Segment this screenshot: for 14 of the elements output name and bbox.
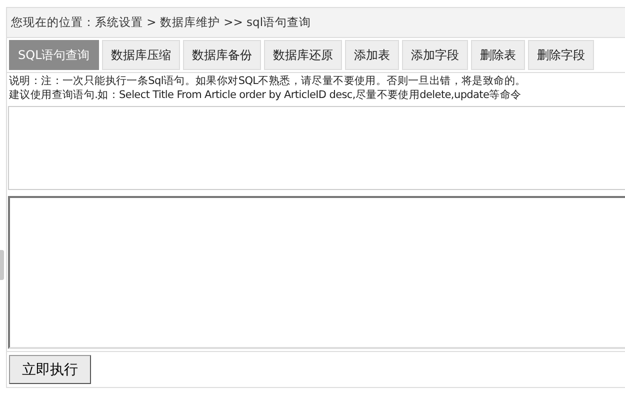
input-field[interactable] xyxy=(8,106,625,190)
tab[interactable]: 添加表 xyxy=(344,40,399,70)
tab[interactable]: 删除字段 xyxy=(528,40,594,70)
tab[interactable]: 删除表 xyxy=(470,40,525,70)
tab[interactable]: 添加字段 xyxy=(402,40,468,70)
execute-button[interactable]: 立即执行 xyxy=(9,355,91,384)
tab[interactable]: 数据库还原 xyxy=(264,40,342,70)
sql-input-field[interactable] xyxy=(8,196,625,349)
sidebar-toggle-handle[interactable] xyxy=(0,250,4,280)
tab[interactable]: 数据库压缩 xyxy=(102,40,180,70)
breadcrumb: 您现在的位置：系统设置 > 数据库维护 >> sql语句查询 xyxy=(7,8,625,38)
instruction-text: 说明：注：一次只能执行一条Sql语句。如果你对SQL不熟悉，请尽量不要使用。否则一旦出错，将是致命的。 xyxy=(9,74,527,88)
tab[interactable]: 数据库备份 xyxy=(182,40,261,70)
instruction-text: 建议使用查询语句.如：Select Title From Article order by ArticleID desc,尽量不要使用delete,update等命令 xyxy=(9,88,522,102)
